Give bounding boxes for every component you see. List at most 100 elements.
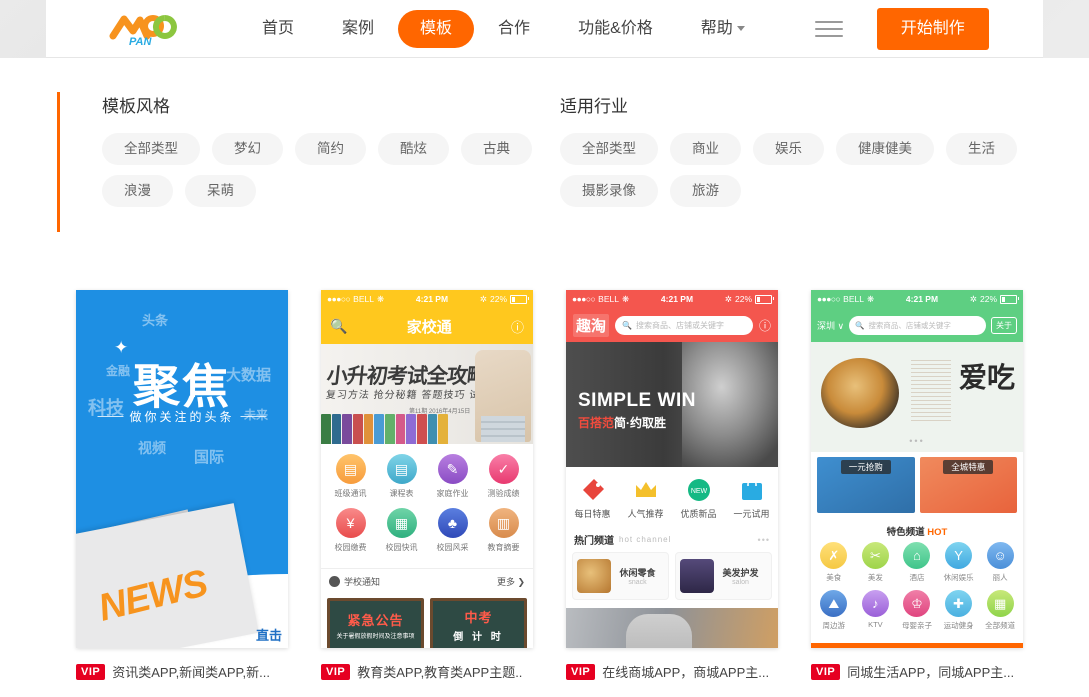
hamburger-icon[interactable] bbox=[815, 16, 843, 42]
edu-icon-homework[interactable]: ✎家庭作业 bbox=[427, 454, 478, 499]
local-icon-leisure[interactable]: Y休闲娱乐 bbox=[938, 542, 980, 583]
edu-icon-class-contacts[interactable]: ▤班级通讯 bbox=[325, 454, 376, 499]
info-icon[interactable]: ⓘ bbox=[759, 317, 771, 334]
search-icon[interactable]: 🔍 bbox=[330, 318, 347, 335]
blackboard-countdown[interactable]: 中考 倒 计 时 bbox=[430, 598, 527, 648]
local-promo-row: 一元抢购 全城特惠 bbox=[811, 452, 1023, 518]
local-icon-fitness[interactable]: ✚运动健身 bbox=[938, 590, 980, 631]
style-tag-cool[interactable]: 酷炫 bbox=[378, 133, 449, 165]
style-tag-dreamy[interactable]: 梦幻 bbox=[212, 133, 283, 165]
mall-search-box[interactable]: 🔍 搜索商品、店铺或关键字 bbox=[615, 316, 753, 335]
local-icon-hair[interactable]: ✂美发 bbox=[855, 542, 897, 583]
battery-percent: 22% bbox=[735, 294, 752, 304]
hotel-icon: ⌂ bbox=[903, 542, 930, 569]
carrier-label: BELL bbox=[843, 294, 864, 304]
local-icon-ktv[interactable]: ♪KTV bbox=[855, 590, 897, 631]
mall-icon-daily-deal[interactable]: 每日特惠 bbox=[566, 477, 619, 520]
industry-tag-business[interactable]: 商业 bbox=[670, 133, 741, 165]
local-icon-all-channels[interactable]: ▦全部频道 bbox=[979, 590, 1021, 631]
microphone-icon: ♪ bbox=[862, 590, 889, 617]
template-title[interactable]: 资讯类APP,新闻类APP,新... bbox=[112, 662, 270, 681]
style-tag-simple[interactable]: 简约 bbox=[295, 133, 366, 165]
nav-item-features-pricing[interactable]: 功能&价格 bbox=[554, 10, 677, 48]
more-dots-icon[interactable]: ••• bbox=[758, 535, 770, 545]
local-icon-nearby-travel[interactable]: ⛰周边游 bbox=[813, 590, 855, 631]
edu-icon-timetable[interactable]: ▤课程表 bbox=[376, 454, 427, 499]
mall-icon-one-yuan[interactable]: 一元试用 bbox=[725, 477, 778, 520]
local-icon-parenting[interactable]: ♔母婴亲子 bbox=[896, 590, 938, 631]
industry-tag-all[interactable]: 全部类型 bbox=[560, 133, 658, 165]
template-caption-row: VIP 教育类APP,教育类APP主题.. bbox=[321, 662, 533, 681]
school-notice-more[interactable]: 更多 ❯ bbox=[497, 575, 525, 588]
channel-card-snack[interactable]: 休闲零食 snack bbox=[572, 552, 669, 600]
template-card[interactable]: ●●●○○ BELL ❋ 4:21 PM ✲ 22% 深圳 ∨ 🔍 搜索商品、店… bbox=[811, 290, 1023, 681]
orange-bottom-bar bbox=[811, 643, 1023, 648]
local-icon-beauty[interactable]: ☺丽人 bbox=[979, 542, 1021, 583]
promo-card-one-yuan[interactable]: 一元抢购 bbox=[817, 457, 915, 513]
industry-tag-photography[interactable]: 摄影录像 bbox=[560, 175, 658, 207]
city-selector[interactable]: 深圳 ∨ bbox=[817, 319, 844, 332]
edu-icon-news[interactable]: ▦校园快讯 bbox=[376, 508, 427, 553]
mall-icon-new[interactable]: NEW 优质新品 bbox=[672, 477, 725, 520]
style-tag-classic[interactable]: 古典 bbox=[461, 133, 532, 165]
template-preview-education[interactable]: ●●●○○ BELL ❋ 4:21 PM ✲ 22% 🔍 家校通 ⓘ 小升初考试… bbox=[321, 290, 533, 648]
education-banner[interactable]: 小升初考试全攻略 复习方法 抢分秘籍 答题技巧 试题训练 第11期 2016年4… bbox=[321, 344, 533, 444]
template-preview-mall[interactable]: ●●●○○ BELL ❋ 4:21 PM ✲ 22% 趣淘 🔍 搜索商品、店铺或… bbox=[566, 290, 778, 648]
channel-card-salon[interactable]: 美发护发 salon bbox=[675, 552, 772, 600]
industry-tag-health[interactable]: 健康健美 bbox=[836, 133, 934, 165]
nav-item-templates[interactable]: 模板 bbox=[398, 10, 474, 48]
promo-card-citywide[interactable]: 全城特惠 bbox=[920, 457, 1018, 513]
education-icon-grid: ▤班级通讯 ▤课程表 ✎家庭作业 ✓测验成绩 ¥校园缴费 ▦校园快讯 ♣校园风采… bbox=[321, 444, 533, 568]
style-tag-romantic[interactable]: 浪漫 bbox=[102, 175, 173, 207]
local-hero-banner[interactable]: 爱吃 ••• bbox=[811, 342, 1023, 452]
bluetooth-icon: ✲ bbox=[970, 294, 977, 305]
template-title[interactable]: 在线商城APP，商城APP主... bbox=[602, 662, 769, 681]
chevron-down-icon bbox=[737, 26, 745, 31]
industry-tag-life[interactable]: 生活 bbox=[946, 133, 1017, 165]
bluetooth-icon: ✲ bbox=[480, 294, 487, 305]
template-card[interactable]: ●●●○○ BELL ❋ 4:21 PM ✲ 22% 趣淘 🔍 搜索商品、店铺或… bbox=[566, 290, 778, 681]
info-icon[interactable]: ⓘ bbox=[511, 317, 524, 336]
school-notice-row[interactable]: 学校通知 更多 ❯ bbox=[321, 568, 533, 594]
edu-icon-scores[interactable]: ✓测验成绩 bbox=[478, 454, 529, 499]
carousel-dots[interactable]: ••• bbox=[909, 436, 924, 446]
hero-sub-white: 简·约取胜 bbox=[614, 416, 666, 430]
local-icon-hotel[interactable]: ⌂酒店 bbox=[896, 542, 938, 583]
mall-channel-cards: 休闲零食 snack 美发护发 salon bbox=[566, 552, 778, 608]
template-title[interactable]: 教育类APP,教育类APP主题.. bbox=[357, 662, 522, 681]
edu-icon-campus[interactable]: ♣校园风采 bbox=[427, 508, 478, 553]
about-button[interactable]: 关于 bbox=[991, 317, 1017, 334]
style-tag-cute[interactable]: 呆萌 bbox=[185, 175, 256, 207]
woman-icon: ☺ bbox=[987, 542, 1014, 569]
carrier-label: BELL bbox=[598, 294, 619, 304]
blackboard-urgent[interactable]: 紧急公告 关于暑假放假时间及注意事项 bbox=[327, 598, 424, 648]
template-title[interactable]: 同城生活APP，同城APP主... bbox=[847, 662, 1014, 681]
mall-bottom-banner[interactable]: · 出街拗造型，新潮搭配在这里 · bbox=[566, 608, 778, 648]
template-preview-news[interactable]: 头条 金融 大数据 科技 未来 视频 国际 ✦ 聚焦 做你关注的头条 NEWS … bbox=[76, 290, 288, 648]
hot-tag: HOT bbox=[927, 527, 947, 538]
parent-child-icon: ♔ bbox=[903, 590, 930, 617]
start-making-button[interactable]: 开始制作 bbox=[877, 8, 989, 50]
mall-icon-popular[interactable]: 人气推荐 bbox=[619, 477, 672, 520]
site-logo[interactable]: PAN bbox=[86, 12, 206, 46]
local-icon-food[interactable]: ✗美食 bbox=[813, 542, 855, 583]
template-card[interactable]: ●●●○○ BELL ❋ 4:21 PM ✲ 22% 🔍 家校通 ⓘ 小升初考试… bbox=[321, 290, 533, 681]
template-card[interactable]: 头条 金融 大数据 科技 未来 视频 国际 ✦ 聚焦 做你关注的头条 NEWS … bbox=[76, 290, 288, 681]
news-app-preview: 头条 金融 大数据 科技 未来 视频 国际 ✦ 聚焦 做你关注的头条 NEWS … bbox=[76, 290, 288, 648]
mall-hero-banner[interactable]: SIMPLE WIN 百搭范简·约取胜 bbox=[566, 342, 778, 467]
nav-item-cases[interactable]: 案例 bbox=[318, 10, 398, 48]
industry-tag-entertainment[interactable]: 娱乐 bbox=[753, 133, 824, 165]
industry-tag-travel[interactable]: 旅游 bbox=[670, 175, 741, 207]
battery-icon bbox=[1000, 295, 1017, 304]
card-icon: ▥ bbox=[489, 508, 519, 538]
nav-item-cooperation[interactable]: 合作 bbox=[474, 10, 554, 48]
style-tag-all[interactable]: 全部类型 bbox=[102, 133, 200, 165]
hero-title: SIMPLE WIN bbox=[578, 390, 696, 412]
nav-item-help[interactable]: 帮助 bbox=[677, 10, 769, 48]
edu-icon-digest[interactable]: ▥教育摘要 bbox=[478, 508, 529, 553]
nav-item-home[interactable]: 首页 bbox=[238, 10, 318, 48]
template-preview-local-life[interactable]: ●●●○○ BELL ❋ 4:21 PM ✲ 22% 深圳 ∨ 🔍 搜索商品、店… bbox=[811, 290, 1023, 648]
edu-icon-payment[interactable]: ¥校园缴费 bbox=[325, 508, 376, 553]
education-app-preview: ●●●○○ BELL ❋ 4:21 PM ✲ 22% 🔍 家校通 ⓘ 小升初考试… bbox=[321, 290, 533, 648]
local-search-box[interactable]: 🔍 搜索商品、店铺或关键字 bbox=[849, 316, 986, 335]
